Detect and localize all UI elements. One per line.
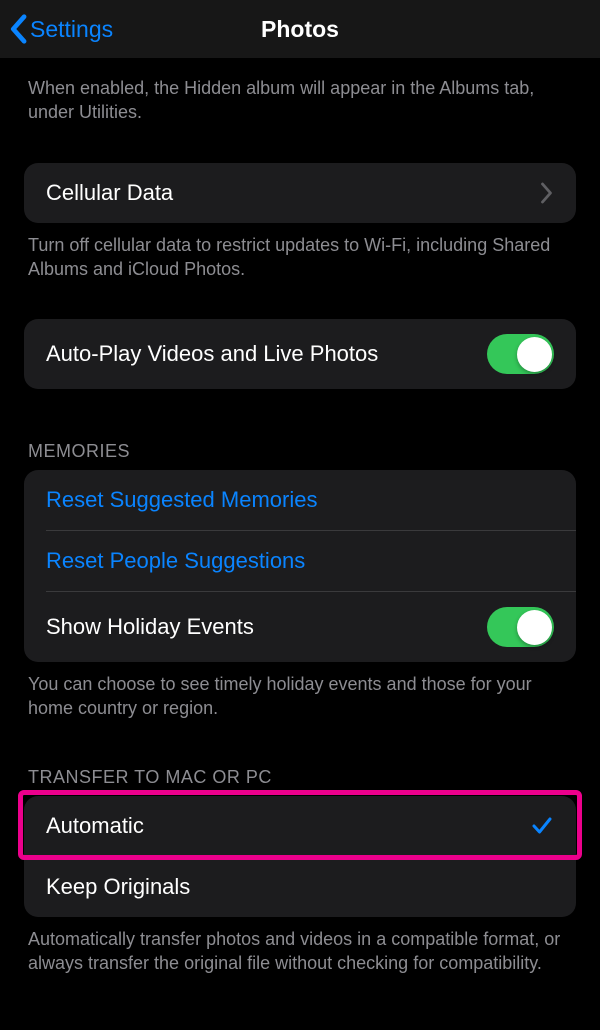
transfer-automatic-row[interactable]: Automatic [24,796,576,856]
cellular-data-row[interactable]: Cellular Data [24,163,576,223]
transfer-keep-originals-label: Keep Originals [46,874,554,900]
reset-suggested-memories-label: Reset Suggested Memories [46,487,554,513]
reset-people-suggestions-label: Reset People Suggestions [46,548,554,574]
memories-group: Reset Suggested Memories Reset People Su… [24,470,576,662]
reset-suggested-memories-row[interactable]: Reset Suggested Memories [24,470,576,530]
hidden-album-footer: When enabled, the Hidden album will appe… [0,58,600,125]
show-holiday-events-toggle[interactable] [487,607,554,647]
autoplay-group: Auto-Play Videos and Live Photos [24,319,576,389]
transfer-header: TRANSFER TO MAC OR PC [0,767,600,796]
memories-header: MEMORIES [0,441,600,470]
transfer-automatic-label: Automatic [46,813,530,839]
autoplay-label: Auto-Play Videos and Live Photos [46,341,487,367]
chevron-left-icon [8,14,28,44]
page-title: Photos [261,16,339,43]
navigation-bar: Settings Photos [0,0,600,58]
transfer-keep-originals-row[interactable]: Keep Originals [24,857,576,917]
autoplay-toggle[interactable] [487,334,554,374]
cellular-data-footer: Turn off cellular data to restrict updat… [0,223,600,282]
cellular-data-label: Cellular Data [46,180,540,206]
transfer-group: Automatic Keep Originals [24,796,576,917]
back-button[interactable]: Settings [8,14,113,44]
chevron-right-icon [540,182,554,204]
transfer-footer: Automatically transfer photos and videos… [0,917,600,976]
toggle-knob [517,610,552,645]
back-label: Settings [30,16,113,43]
reset-people-suggestions-row[interactable]: Reset People Suggestions [24,531,576,591]
toggle-knob [517,337,552,372]
show-holiday-events-row: Show Holiday Events [24,592,576,662]
content-scroll[interactable]: When enabled, the Hidden album will appe… [0,58,600,975]
autoplay-row: Auto-Play Videos and Live Photos [24,319,576,389]
cellular-data-group: Cellular Data [24,163,576,223]
memories-footer: You can choose to see timely holiday eve… [0,662,600,721]
show-holiday-events-label: Show Holiday Events [46,614,487,640]
checkmark-icon [530,814,554,838]
